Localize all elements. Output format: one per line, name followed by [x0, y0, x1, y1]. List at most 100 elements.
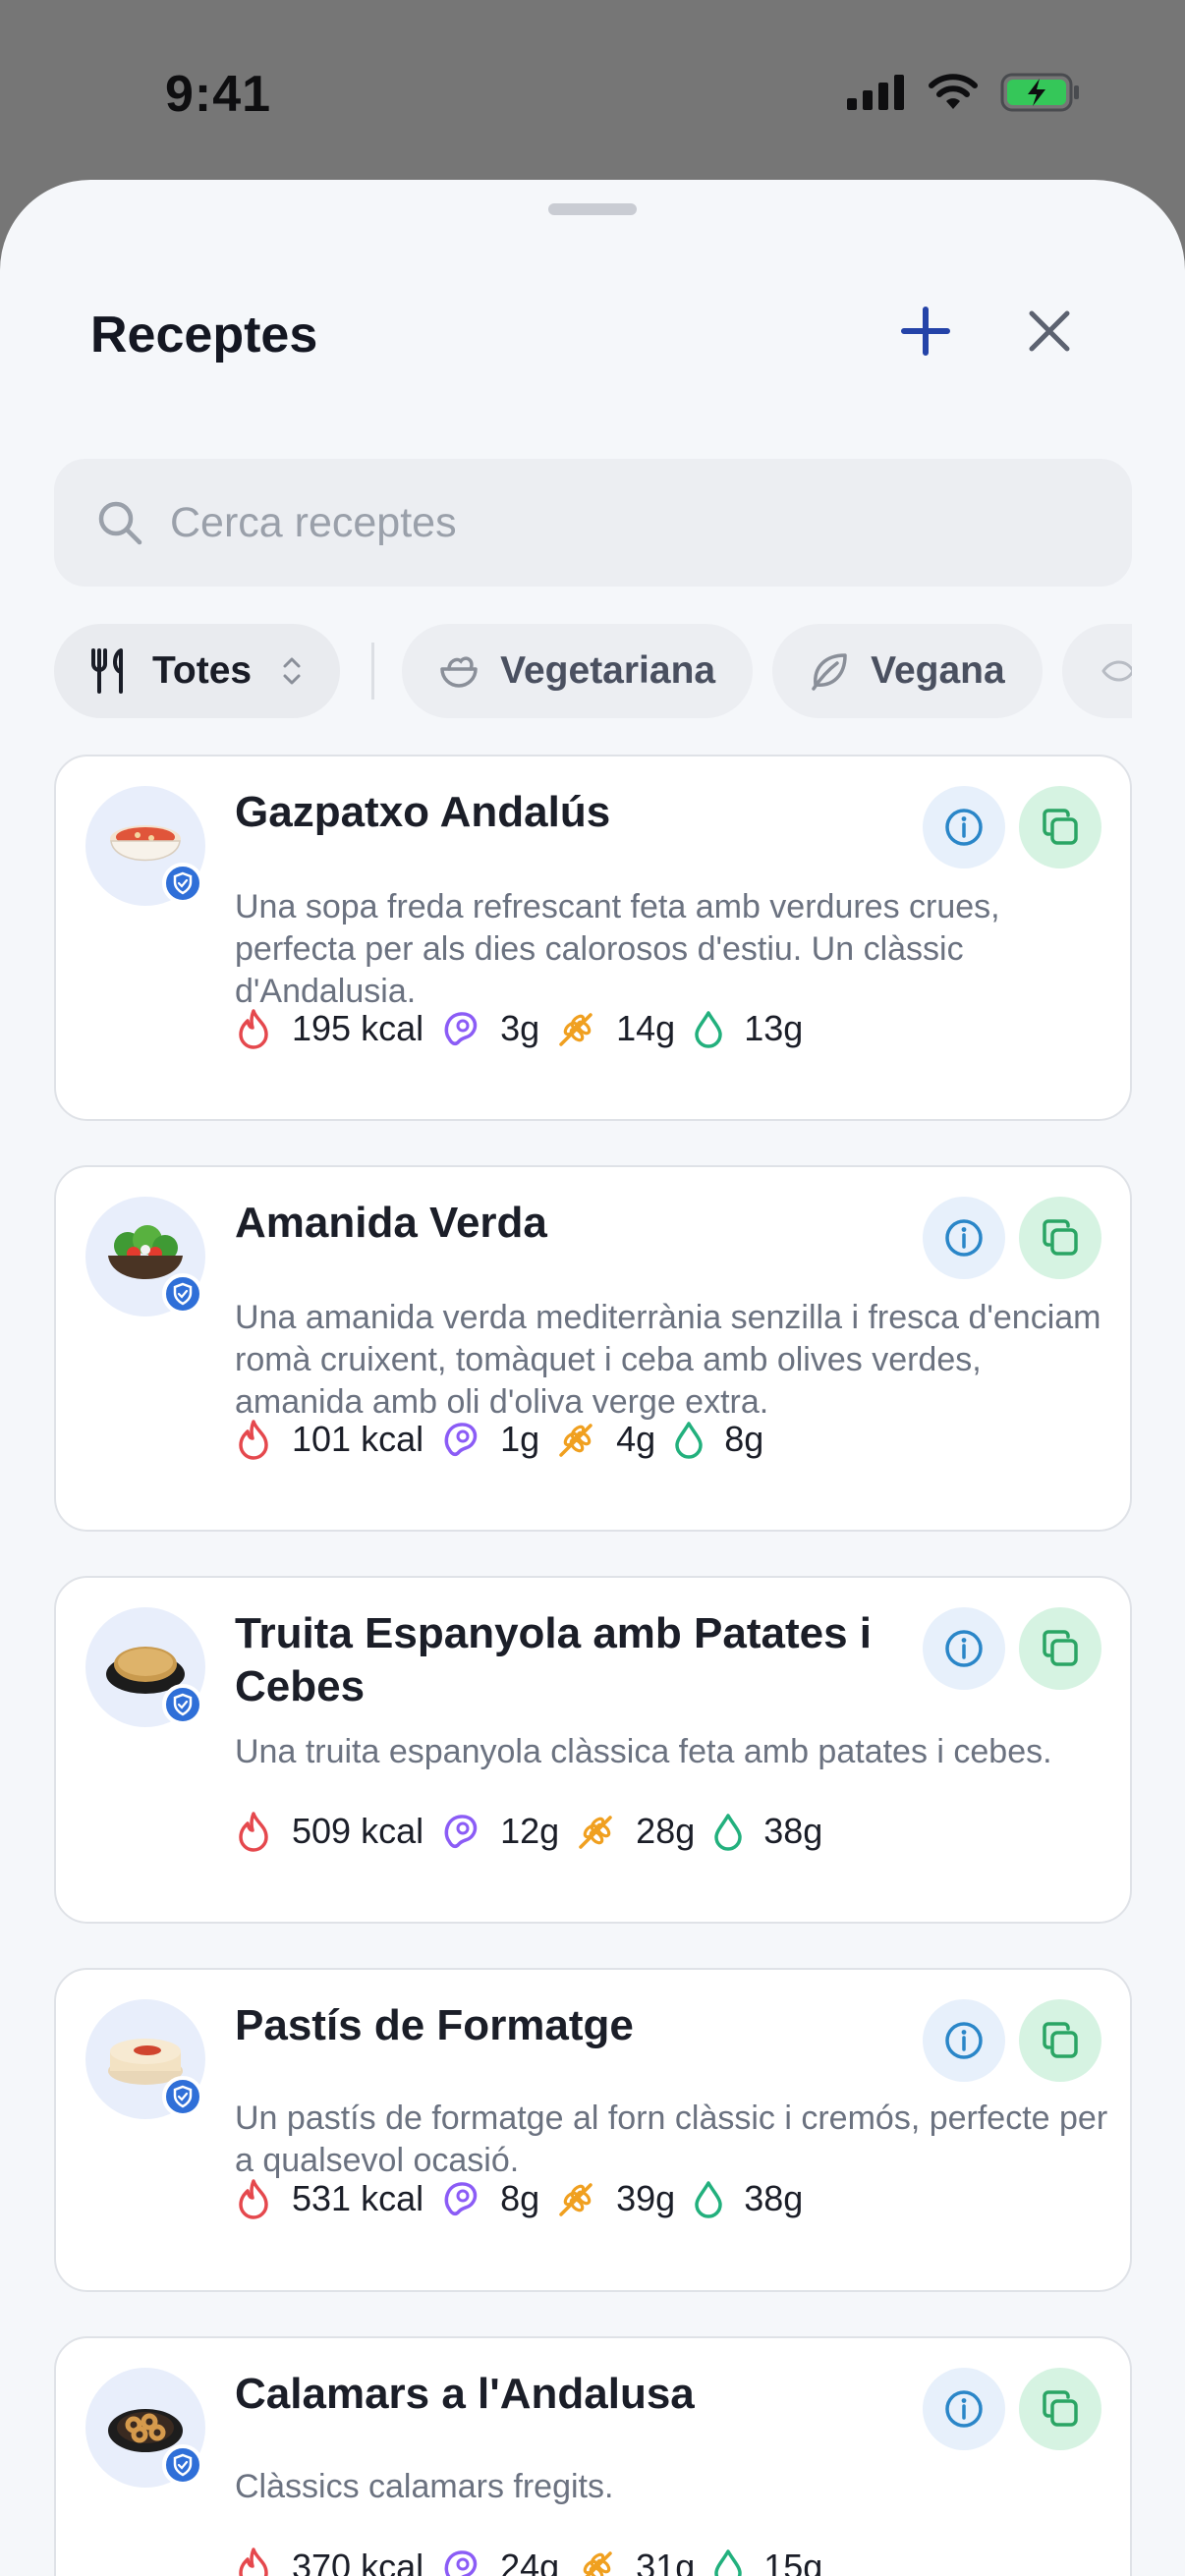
recipe-title: Truita Espanyola amb Patates i Cebes [235, 1609, 873, 1710]
info-icon [945, 1630, 983, 1667]
recipe-description: Una sopa freda refrescant feta amb verdu… [235, 888, 1000, 1010]
fat-value: 13g [744, 1008, 804, 1048]
protein-steak-icon [444, 2182, 478, 2216]
verified-shield-icon [162, 2444, 203, 2486]
filter-chip-label: Totes [152, 649, 253, 692]
filter-bar: Totes Vegetariana Vegana [54, 622, 1132, 720]
kcal-value: 531 kcal [292, 2178, 424, 2218]
flame-icon [239, 2179, 268, 2219]
flame-icon [239, 1009, 268, 1049]
copy-icon [1043, 2022, 1078, 2058]
recipes-sheet: Receptes Cerca receptes Totes Vegetarian… [0, 180, 1185, 2576]
recipe-card[interactable]: Pastís de Formatge Un pastís de formatge… [54, 1968, 1132, 2292]
recipe-card[interactable]: Amanida Verda Una amanida verda mediterr… [54, 1165, 1132, 1532]
plus-icon [901, 307, 950, 356]
filter-chip-fish[interactable] [1061, 624, 1132, 718]
utensils-icon [91, 648, 123, 694]
page-title: Receptes [90, 307, 318, 364]
search-input[interactable]: Cerca receptes [54, 459, 1132, 587]
salad-bowl-icon [440, 656, 478, 688]
filter-chip-vegetarian[interactable]: Vegetariana [402, 624, 754, 718]
info-icon [945, 1219, 983, 1257]
protein-value: 3g [500, 1008, 540, 1048]
leaf-icon [812, 653, 847, 691]
battery-charging-icon [1000, 73, 1079, 112]
fat-drop-icon [714, 1814, 742, 1851]
cellular-signal-icon [847, 75, 904, 110]
status-time: 9:41 [165, 66, 272, 123]
status-bar: 9:41 [0, 0, 1185, 187]
fat-value: 15g [763, 2547, 823, 2576]
carbs-value: 14g [616, 1008, 676, 1048]
recipe-macros: 531 kcal 8g 39g 38g [235, 2178, 820, 2219]
fat-drop-icon [714, 2549, 742, 2576]
recipe-title: Pastís de Formatge [235, 2001, 634, 2049]
verified-shield-icon [162, 2076, 203, 2117]
recipe-info-button[interactable] [923, 2368, 1005, 2450]
recipe-copy-button[interactable] [1019, 1607, 1101, 1690]
sheet-grabber[interactable] [548, 203, 637, 215]
filter-chip-all[interactable]: Totes [54, 624, 341, 718]
recipe-title: Gazpatxo Andalús [235, 788, 611, 836]
recipe-copy-button[interactable] [1019, 1197, 1101, 1279]
kcal-value: 195 kcal [292, 1008, 424, 1048]
recipe-copy-button[interactable] [1019, 2368, 1101, 2450]
recipe-info-button[interactable] [923, 1197, 1005, 1279]
fat-value: 8g [724, 1419, 764, 1459]
carbs-value: 31g [636, 2547, 696, 2576]
recipe-macros: 509 kcal 12g 28g 38g [235, 1811, 840, 1852]
recipe-info-button[interactable] [923, 786, 1005, 868]
chevron-up-down-icon [283, 657, 301, 685]
recipe-description: Una amanida verda mediterrània senzilla … [235, 1299, 1101, 1421]
kcal-value: 370 kcal [292, 2547, 424, 2576]
fat-value: 38g [763, 1811, 823, 1851]
info-icon [945, 2390, 983, 2428]
carbs-wheat-icon [559, 1424, 592, 1457]
flame-icon [239, 2548, 268, 2576]
recipe-card[interactable]: Truita Espanyola amb Patates i Cebes Una… [54, 1576, 1132, 1924]
recipe-description: Un pastís de formatge al forn clàssic i … [235, 2100, 1108, 2179]
recipe-macros: 101 kcal 1g 4g 8g [235, 1419, 781, 1460]
recipe-macros: 370 kcal 24g 31g 15g [235, 2547, 840, 2576]
recipe-copy-button[interactable] [1019, 1999, 1101, 2082]
flame-icon [239, 1812, 268, 1852]
fat-drop-icon [675, 1422, 703, 1459]
carbs-wheat-icon [583, 2551, 612, 2576]
copy-icon [1043, 1630, 1078, 1666]
protein-steak-icon [444, 2550, 478, 2576]
recipe-card[interactable]: Gazpatxo Andalús Una sopa freda refresca… [54, 755, 1132, 1121]
protein-value: 12g [500, 1811, 560, 1851]
recipe-description: Clàssics calamars fregits. [235, 2468, 614, 2505]
protein-value: 24g [500, 2547, 560, 2576]
filter-chip-vegan[interactable]: Vegana [772, 624, 1043, 718]
fat-drop-icon [695, 1011, 722, 1048]
protein-steak-icon [444, 1815, 478, 1849]
kcal-value: 101 kcal [292, 1419, 424, 1459]
recipe-macros: 195 kcal 3g 14g 13g [235, 1008, 820, 1049]
recipe-info-button[interactable] [923, 1607, 1005, 1690]
verified-shield-icon [162, 1273, 203, 1315]
add-recipe-button[interactable] [884, 290, 967, 372]
filter-chip-label: Vegetariana [500, 649, 716, 692]
verified-shield-icon [162, 863, 203, 904]
flame-icon [239, 1420, 268, 1460]
close-button[interactable] [1008, 290, 1091, 372]
carbs-wheat-icon [579, 1816, 612, 1849]
close-icon [1029, 310, 1070, 352]
fat-drop-icon [695, 2181, 722, 2218]
search-placeholder: Cerca receptes [170, 498, 457, 546]
copy-icon [1043, 2390, 1078, 2427]
protein-steak-icon [444, 1423, 478, 1457]
recipe-card[interactable]: Calamars a l'Andalusa Clàssics calamars … [54, 2336, 1132, 2576]
copy-icon [1043, 1219, 1078, 1256]
carbs-value: 28g [636, 1811, 696, 1851]
search-icon [98, 501, 142, 545]
protein-value: 8g [500, 2178, 540, 2218]
recipe-info-button[interactable] [923, 1999, 1005, 2082]
protein-value: 1g [500, 1419, 540, 1459]
carbs-value: 39g [616, 2178, 676, 2218]
recipe-copy-button[interactable] [1019, 786, 1101, 868]
recipe-title: Calamars a l'Andalusa [235, 2370, 695, 2418]
fish-icon [1101, 660, 1132, 682]
kcal-value: 509 kcal [292, 1811, 424, 1851]
